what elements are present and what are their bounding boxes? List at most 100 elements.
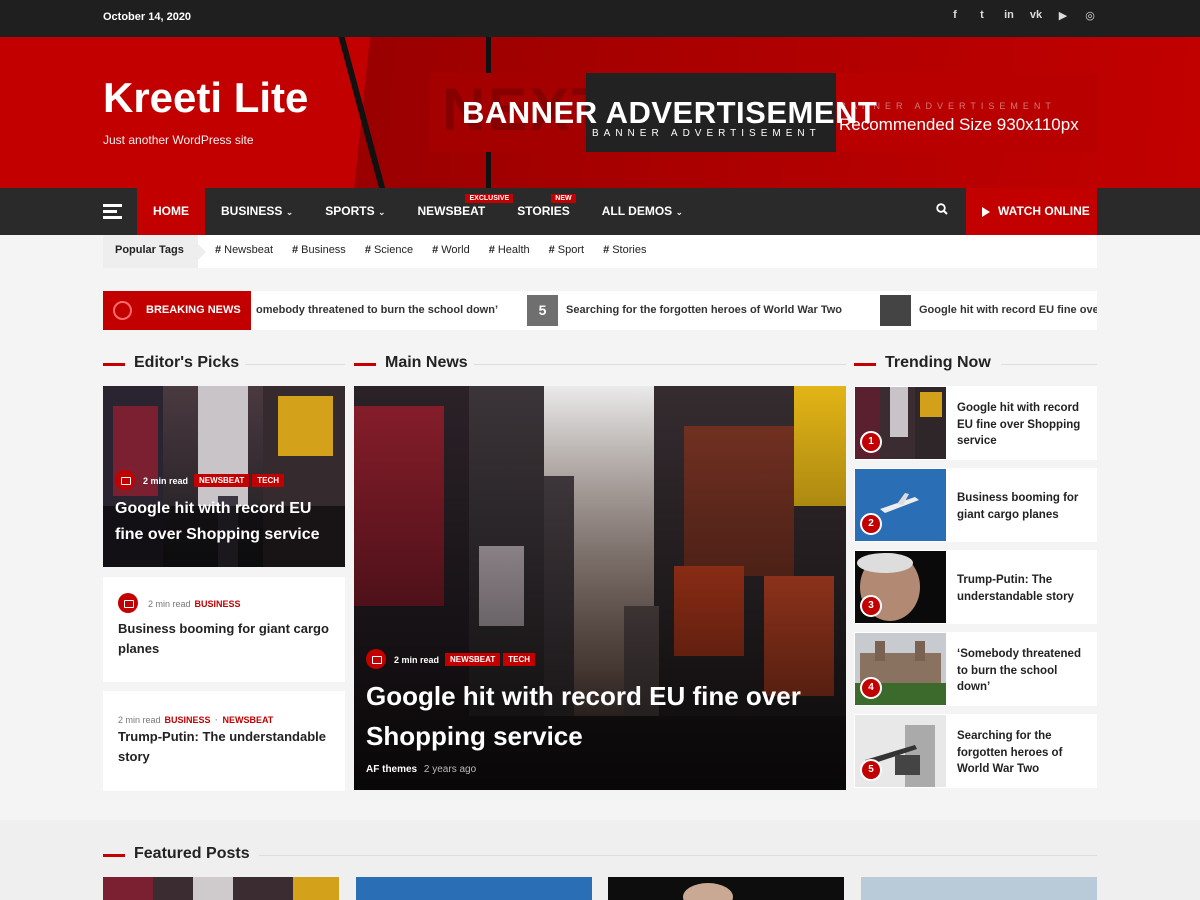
camera-icon (366, 649, 386, 669)
linkedin-icon[interactable]: in (1002, 9, 1016, 22)
main-news-card[interactable]: 2 min read NEWSBEAT TECH Google hit with r… (354, 386, 846, 790)
banner-subtitle-faded: BANNER ADVERTISEMENT (840, 101, 1056, 111)
twitter-icon[interactable]: t (975, 9, 989, 22)
ticker-item[interactable]: Google hit with record EU fine ove (919, 291, 1097, 330)
nav-item-sports[interactable]: SPORTS ⌄ (309, 188, 401, 235)
tag-link[interactable]: # Health (489, 235, 530, 266)
article-meta: 2 min read BUSINESS (118, 593, 241, 613)
nav-menu: HOME BUSINESS ⌄ SPORTS ⌄ EXCLUSIVE NEWSBE… (137, 188, 699, 235)
trending-item[interactable]: 3 Trump-Putin: The understandable story (854, 550, 1097, 624)
category-link[interactable]: NEWSBEAT (222, 715, 273, 725)
category-badge[interactable]: NEWSBEAT (445, 652, 501, 666)
social-links: f t in vk ▶ ◎ (948, 9, 1097, 22)
featured-post-thumbnail[interactable] (356, 877, 592, 900)
article-title[interactable]: Google hit with record EU fine over Shop… (366, 676, 836, 756)
tag-link[interactable]: # Business (292, 235, 346, 266)
breaking-news-label: BREAKING NEWS (103, 291, 251, 330)
tag-list: # Newsbeat # Business # Science # World # Hea… (215, 235, 646, 266)
nav-item-all-demos[interactable]: ALL DEMOS ⌄ (586, 188, 699, 235)
article-meta: 2 min read NEWSBEAT TECH (366, 649, 538, 669)
trending-title[interactable]: Business booming for giant cargo planes (957, 490, 1082, 523)
author-link[interactable]: AF themes (366, 764, 417, 775)
nav-item-newsbeat[interactable]: EXCLUSIVE NEWSBEAT (401, 188, 514, 235)
popular-tags-label: Popular Tags (103, 235, 206, 268)
trending-title[interactable]: Google hit with record EU fine over Shop… (957, 400, 1082, 450)
category-badge[interactable]: TECH (252, 473, 284, 487)
site-title[interactable]: Kreeti Lite (103, 74, 308, 122)
section-heading-featured: Featured Posts (103, 845, 1097, 865)
article-title[interactable]: Trump-Putin: The understandable story (118, 727, 333, 767)
trending-item[interactable]: 2 Business booming for giant cargo plane… (854, 468, 1097, 542)
trending-title[interactable]: Searching for the forgotten heroes of Wo… (957, 728, 1082, 778)
site-header: Kreeti Lite Just another WordPress site … (0, 37, 1200, 188)
trending-title[interactable]: Trump-Putin: The understandable story (957, 572, 1082, 605)
trending-thumbnail: 5 (855, 715, 946, 787)
camera-icon (115, 470, 135, 490)
editors-pick-card[interactable]: 2 min read BUSINESS · NEWSBEAT Trump-Puti… (103, 691, 345, 791)
category-link[interactable]: BUSINESS (195, 599, 241, 609)
chevron-down-icon: ⌄ (377, 207, 386, 217)
trending-thumbnail: 3 (855, 551, 946, 623)
section-heading-main-news: Main News (354, 354, 846, 374)
featured-post-thumbnail[interactable] (861, 877, 1097, 900)
hamburger-menu-icon[interactable] (103, 204, 122, 219)
trending-thumbnail: 4 (855, 633, 946, 705)
nav-item-business[interactable]: BUSINESS ⌄ (205, 188, 309, 235)
ticker-thumbnail[interactable]: 5 (527, 295, 558, 326)
featured-post-thumbnail[interactable] (608, 877, 844, 900)
popular-tags-bar: Popular Tags # Newsbeat # Business # Scienc… (103, 235, 1097, 268)
rank-number: 4 (860, 677, 882, 699)
trending-item[interactable]: 1 Google hit with record EU fine over Sh… (854, 386, 1097, 460)
category-link[interactable]: BUSINESS (165, 715, 211, 725)
banner-title: BANNER ADVERTISEMENT (462, 95, 878, 130)
trending-title[interactable]: ‘Somebody threatened to burn the school … (957, 646, 1082, 696)
banner-subtitle: BANNER ADVERTISEMENT (592, 128, 821, 139)
section-heading-editors-picks: Editor's Picks (103, 354, 345, 374)
ticker-thumbnail[interactable] (880, 295, 911, 326)
trending-thumbnail: 2 (855, 469, 946, 541)
ticker-item[interactable]: Searching for the forgotten heroes of Wo… (566, 291, 842, 330)
article-byline: AF themes 2 years ago (366, 764, 476, 775)
banner-size-text: Recommended Size 930x110px (839, 115, 1079, 134)
category-badge[interactable]: TECH (503, 652, 535, 666)
tag-link[interactable]: # Sport (549, 235, 584, 266)
top-bar: October 14, 2020 f t in vk ▶ ◎ (0, 0, 1200, 37)
rank-number: 5 (860, 759, 882, 781)
chevron-down-icon: ⌄ (285, 207, 294, 217)
chevron-down-icon: ⌄ (675, 207, 684, 217)
trending-item[interactable]: 4 ‘Somebody threatened to burn the schoo… (854, 632, 1097, 706)
article-title[interactable]: Google hit with record EU fine over Shop… (115, 496, 337, 548)
watch-online-button[interactable]: WATCH ONLINE (966, 188, 1097, 235)
trending-item[interactable]: 5 Searching for the forgotten heroes of … (854, 714, 1097, 788)
featured-post-thumbnail[interactable] (103, 877, 339, 900)
rank-number: 2 (860, 513, 882, 535)
editors-pick-card[interactable]: 2 min read BUSINESS Business booming for … (103, 577, 345, 682)
new-badge: NEW (551, 194, 576, 203)
search-icon[interactable] (936, 203, 948, 218)
article-title[interactable]: Business booming for giant cargo planes (118, 619, 333, 659)
breaking-news-ticker: BREAKING NEWS omebody threatened to burn… (103, 291, 1097, 330)
ticker-item[interactable]: omebody threatened to burn the school do… (256, 291, 498, 330)
instagram-icon[interactable]: ◎ (1083, 9, 1097, 22)
tag-link[interactable]: # Science (365, 235, 413, 266)
post-time: 2 years ago (423, 764, 477, 775)
current-date: October 14, 2020 (103, 11, 192, 23)
article-meta: 2 min read NEWSBEAT TECH (115, 470, 287, 490)
play-icon (982, 206, 990, 217)
rank-number: 3 (860, 595, 882, 617)
youtube-icon[interactable]: ▶ (1056, 9, 1070, 22)
nav-item-stories[interactable]: NEW STORIES (501, 188, 585, 235)
main-navigation: HOME BUSINESS ⌄ SPORTS ⌄ EXCLUSIVE NEWSBE… (0, 188, 1200, 235)
nav-item-home[interactable]: HOME (137, 188, 205, 235)
facebook-icon[interactable]: f (948, 9, 962, 22)
rank-number: 1 (860, 431, 882, 453)
category-badge[interactable]: NEWSBEAT (194, 473, 250, 487)
banner-advertisement[interactable]: NEXT BANNER ADVERTISEMENT BANNER ADVERTI… (430, 73, 1097, 152)
vk-icon[interactable]: vk (1029, 9, 1043, 22)
tag-link[interactable]: # Stories (603, 235, 646, 266)
tag-link[interactable]: # World (432, 235, 470, 266)
editors-pick-featured-card[interactable]: 2 min read NEWSBEAT TECH Google hit with r… (103, 386, 345, 567)
trending-thumbnail: 1 (855, 387, 946, 459)
tag-link[interactable]: # Newsbeat (215, 235, 273, 266)
section-heading-trending: Trending Now (854, 354, 1097, 374)
